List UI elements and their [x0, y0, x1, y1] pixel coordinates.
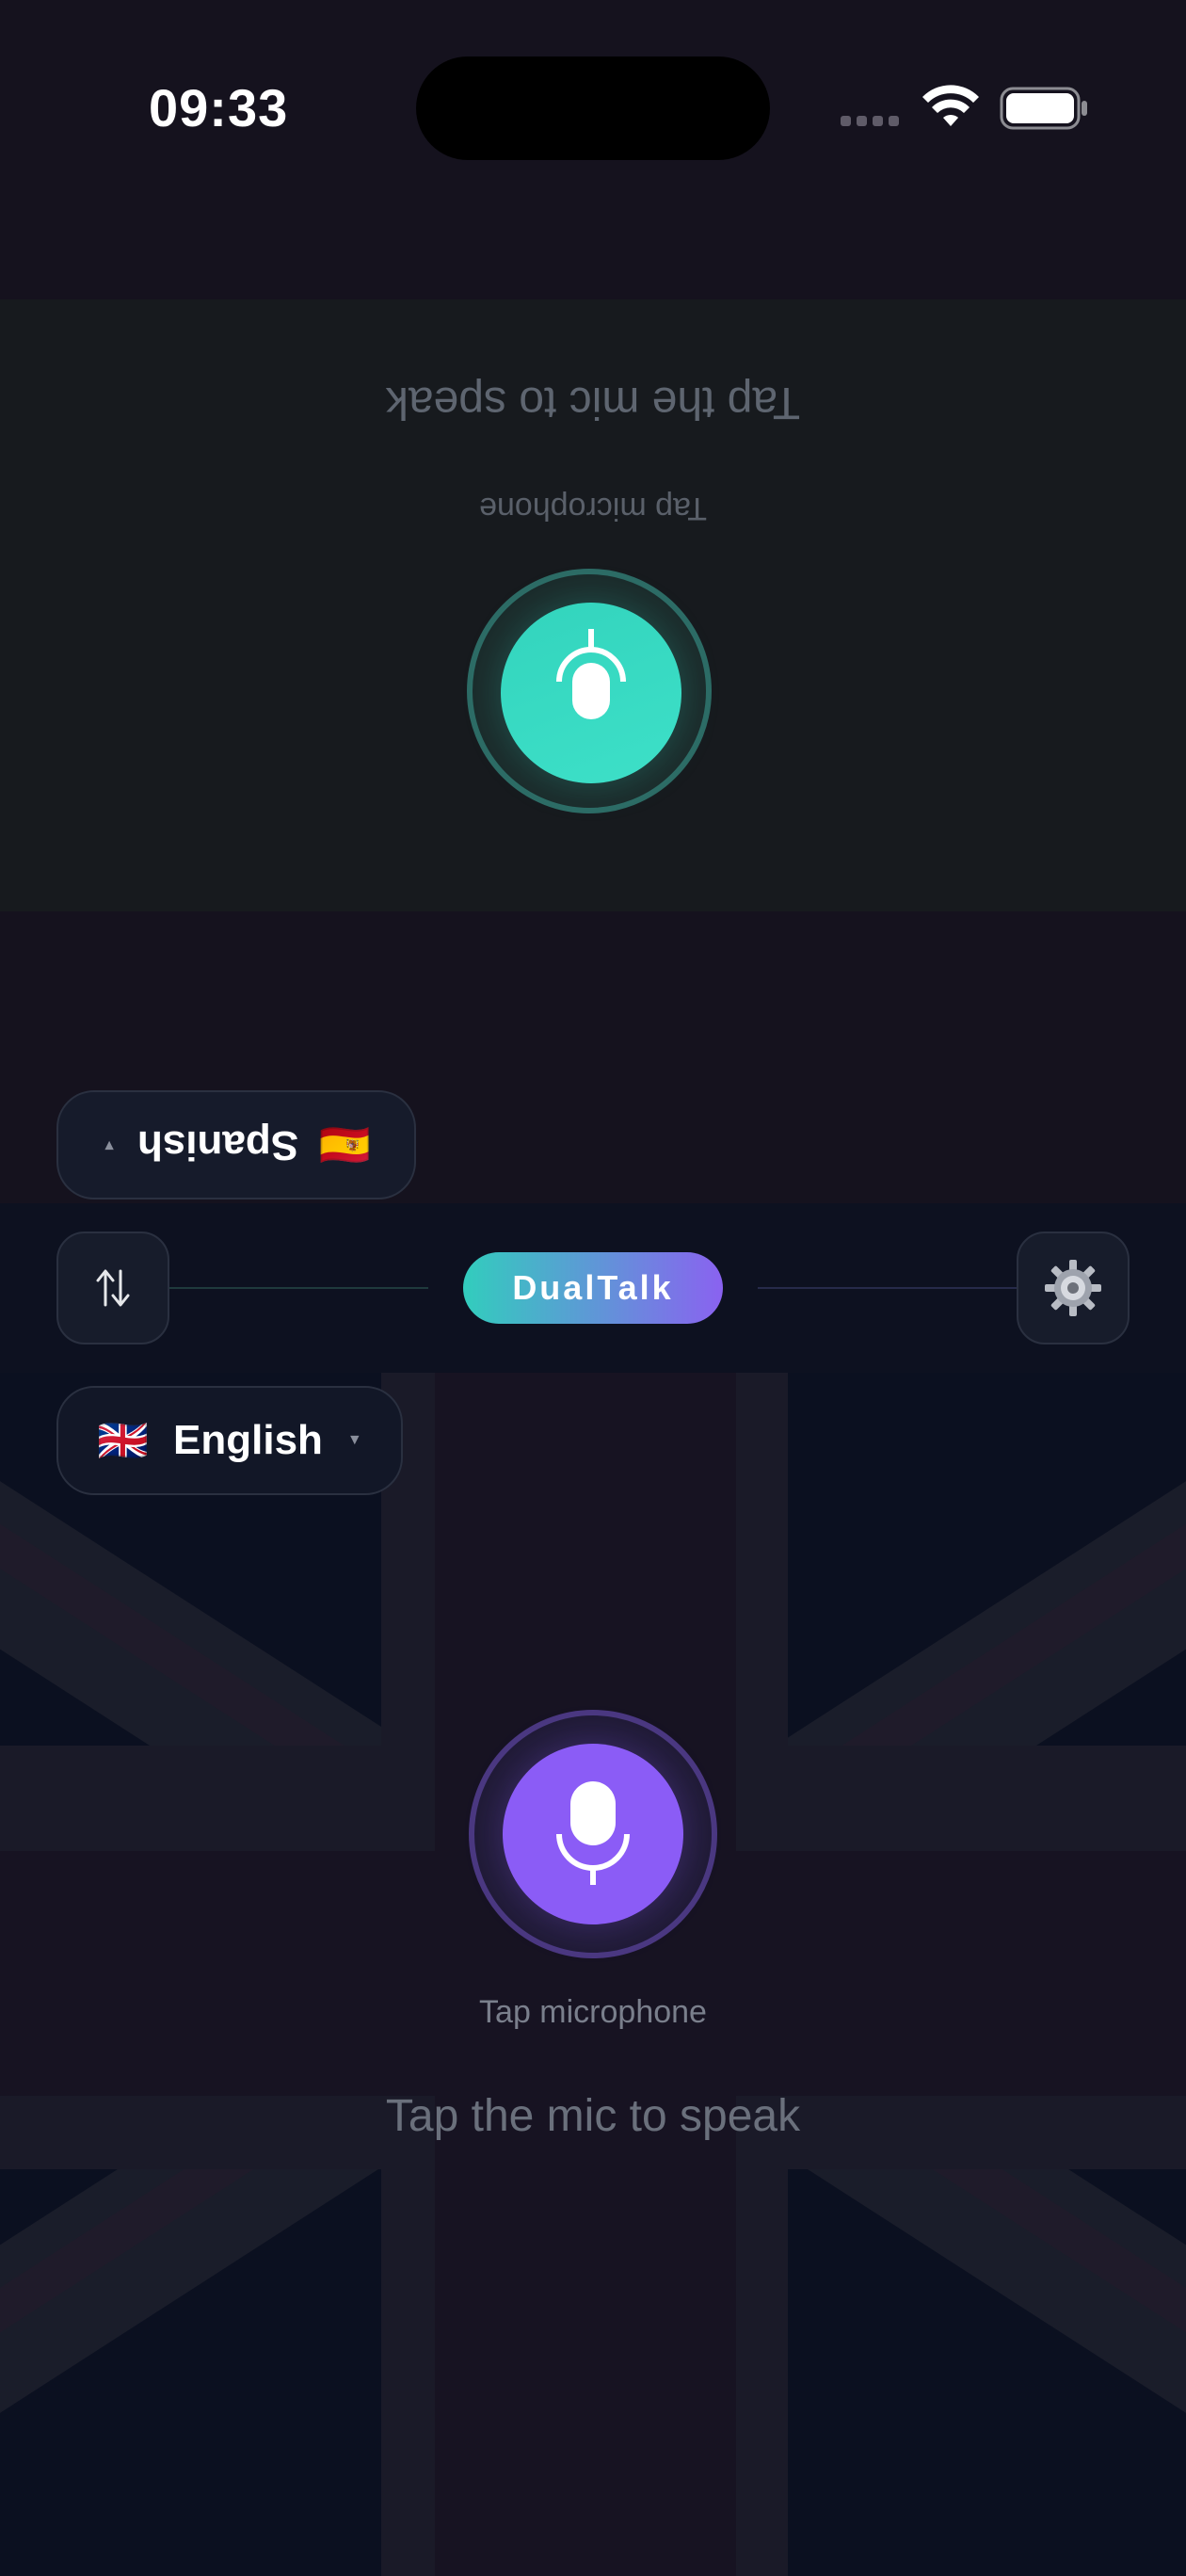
union-jack-background: [0, 1373, 1186, 2576]
user-mic-button[interactable]: [503, 1744, 683, 1924]
partner-subtitle: Tap microphone: [479, 491, 707, 526]
uk-flag-icon: 🇬🇧: [97, 1418, 150, 1464]
chevron-down-icon: ▼: [346, 1432, 362, 1448]
chevron-down-icon: ▼: [102, 1137, 117, 1153]
partner-mic-button[interactable]: [501, 603, 681, 783]
user-hint-text: Tap the mic to speak: [385, 2091, 801, 2141]
microphone-icon: [556, 1781, 630, 1885]
battery-icon: [1000, 87, 1087, 130]
partner-language-label: Spanish: [136, 1122, 299, 1168]
divider-left: [169, 1287, 428, 1289]
user-language-label: English: [173, 1417, 323, 1463]
cellular-signal-icon: [841, 114, 905, 131]
dynamic-island: [416, 56, 770, 160]
user-language-selector[interactable]: 🇬🇧 English ▼: [56, 1386, 403, 1495]
settings-button[interactable]: [1017, 1232, 1130, 1344]
user-panel: [0, 1373, 1186, 2576]
user-subtitle: Tap microphone: [479, 1994, 707, 2030]
app-title-badge: DualTalk: [463, 1252, 723, 1324]
gear-icon: [1045, 1260, 1101, 1316]
partner-language-selector[interactable]: 🇪🇸 Spanish ▼: [56, 1090, 416, 1199]
partner-hint-text: Tap the mic to speak: [385, 378, 801, 427]
spain-flag-icon: 🇪🇸: [319, 1121, 371, 1167]
wifi-icon: [922, 85, 979, 126]
status-time: 09:33: [149, 78, 289, 137]
swap-arrows-icon: [96, 1269, 130, 1307]
microphone-icon: [556, 629, 626, 719]
divider-right: [758, 1287, 1017, 1289]
swap-languages-button[interactable]: [56, 1232, 169, 1344]
